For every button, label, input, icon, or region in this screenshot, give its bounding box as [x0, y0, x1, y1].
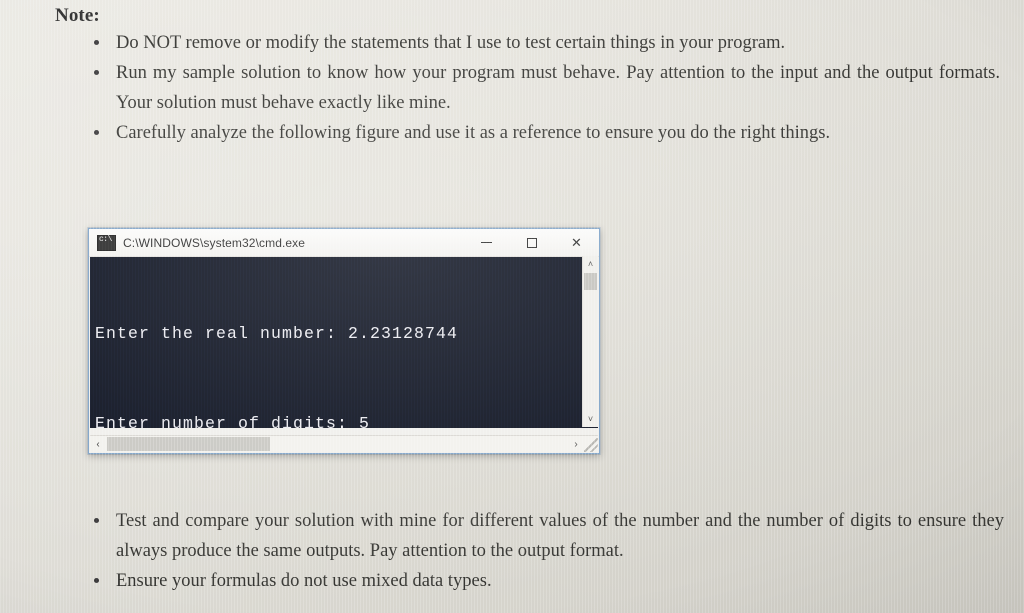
list-item-text: Test and compare your solution with mine…: [116, 511, 1004, 561]
console-output-area[interactable]: Enter the real number: 2.23128744 Enter …: [90, 257, 598, 428]
list-item: Run my sample solution to know how your …: [72, 58, 1000, 118]
console-line: Enter the real number: 2.23128744: [95, 324, 459, 343]
vertical-scrollbar[interactable]: ˄ ˅: [582, 256, 598, 427]
console-line: Enter number of digits: 5: [95, 414, 371, 428]
list-item-text: Carefully analyze the following figure a…: [116, 123, 831, 143]
note-bullet-list-bottom: Test and compare your solution with mine…: [72, 506, 1004, 596]
bullet-dot-icon: [94, 40, 99, 45]
cmd-console-icon: [97, 234, 116, 251]
vertical-scrollbar-thumb[interactable]: [584, 273, 597, 290]
scroll-right-icon[interactable]: ›: [568, 436, 584, 452]
note-bullet-list-top: Do NOT remove or modify the statements t…: [72, 28, 1000, 148]
bullet-dot-icon: [94, 70, 99, 75]
bullet-dot-icon: [94, 518, 99, 523]
list-item: Do NOT remove or modify the statements t…: [72, 28, 1000, 58]
list-item: Ensure your formulas do not use mixed da…: [72, 566, 1004, 596]
scroll-left-icon[interactable]: ‹: [90, 436, 106, 452]
scroll-down-icon[interactable]: ˅: [583, 411, 598, 427]
bullet-dot-icon: [94, 130, 99, 135]
minimize-button[interactable]: [464, 229, 509, 256]
note-heading: Note:: [55, 5, 100, 26]
photographed-document-page: Note: Do NOT remove or modify the statem…: [0, 0, 1024, 613]
resize-grip[interactable]: [584, 438, 598, 452]
window-title: C:\WINDOWS\system32\cmd.exe: [123, 235, 306, 250]
maximize-button[interactable]: [509, 229, 554, 256]
list-item: Test and compare your solution with mine…: [72, 506, 1004, 566]
maximize-icon: [526, 237, 537, 248]
list-item-text: Ensure your formulas do not use mixed da…: [116, 571, 492, 591]
cmd-console-window: C:\WINDOWS\system32\cmd.exe ✕ Enter the …: [88, 228, 600, 454]
close-button[interactable]: ✕: [554, 229, 599, 256]
bullet-dot-icon: [94, 578, 99, 583]
minimize-icon: [481, 242, 492, 243]
cmd-titlebar[interactable]: C:\WINDOWS\system32\cmd.exe ✕: [89, 229, 599, 257]
window-controls: ✕: [464, 229, 599, 256]
console-text: Enter the real number: 2.23128744 Enter …: [95, 259, 578, 428]
scroll-up-icon[interactable]: ˄: [583, 256, 598, 272]
list-item-text: Run my sample solution to know how your …: [116, 63, 1000, 113]
close-icon: ✕: [571, 235, 582, 250]
horizontal-scrollbar-thumb[interactable]: [107, 437, 270, 451]
horizontal-scrollbar[interactable]: ‹ ›: [90, 435, 598, 452]
list-item-text: Do NOT remove or modify the statements t…: [116, 33, 786, 53]
list-item: Carefully analyze the following figure a…: [72, 118, 1000, 148]
